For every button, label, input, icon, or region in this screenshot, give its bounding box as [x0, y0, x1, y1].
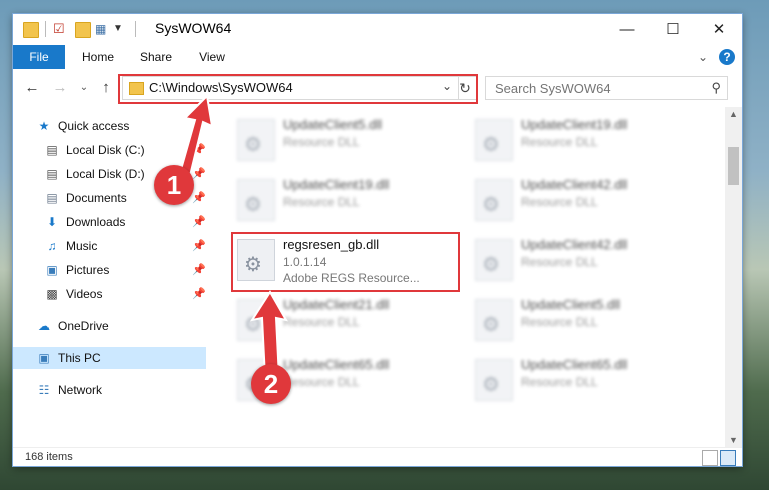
- step-1-badge: 1: [154, 165, 194, 205]
- annotation-arrows: [176, 93, 288, 379]
- step-2-badge: 2: [251, 364, 291, 404]
